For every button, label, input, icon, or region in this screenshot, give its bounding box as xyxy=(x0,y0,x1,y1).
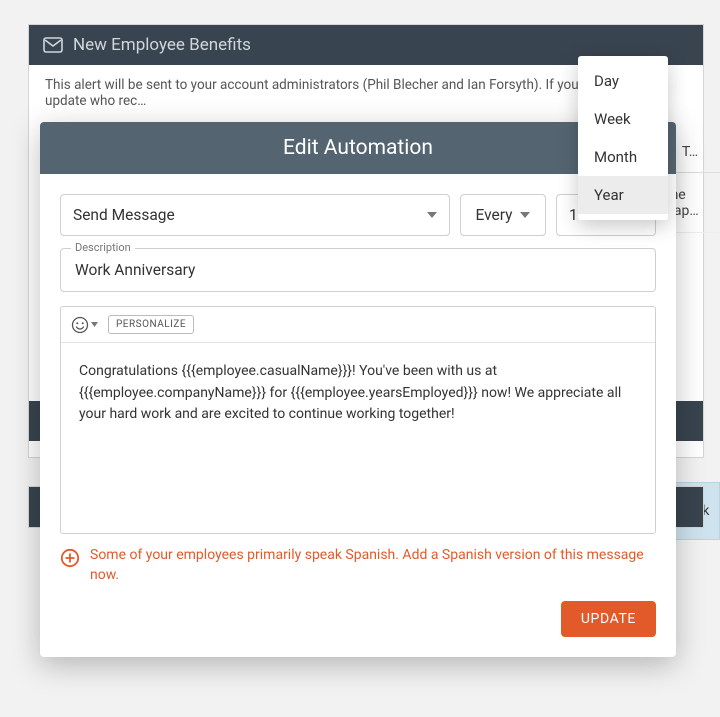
menu-item-day[interactable]: Day xyxy=(578,62,668,100)
time-unit-menu: Day Week Month Year xyxy=(578,56,668,220)
action-select-value: Send Message xyxy=(73,206,175,224)
add-spanish-button[interactable] xyxy=(60,548,80,568)
personalize-button[interactable]: PERSONALIZE xyxy=(108,315,194,334)
message-editor: PERSONALIZE Congratulations {{{employee.… xyxy=(60,306,656,534)
menu-item-week[interactable]: Week xyxy=(578,100,668,138)
update-button[interactable]: UPDATE xyxy=(561,601,656,637)
smiley-icon xyxy=(71,316,89,334)
caret-down-icon xyxy=(520,212,530,218)
spanish-hint: Some of your employees primarily speak S… xyxy=(60,546,656,585)
emoji-button[interactable] xyxy=(71,316,98,334)
mail-icon xyxy=(43,37,63,53)
caret-down-icon xyxy=(91,322,98,327)
description-fieldset: Description xyxy=(60,248,656,292)
editor-toolbar: PERSONALIZE xyxy=(61,307,655,343)
menu-item-year[interactable]: Year xyxy=(578,176,668,214)
frequency-label: Every xyxy=(476,206,513,224)
card-title: New Employee Benefits xyxy=(73,35,251,55)
menu-item-month[interactable]: Month xyxy=(578,138,668,176)
description-input[interactable] xyxy=(75,259,641,281)
plus-circle-icon xyxy=(60,548,80,568)
frequency-select[interactable]: Every xyxy=(460,194,546,236)
hint-text: Some of your employees primarily speak S… xyxy=(90,546,656,585)
description-legend: Description xyxy=(71,241,135,254)
action-select[interactable]: Send Message xyxy=(60,194,450,236)
message-textarea[interactable]: Congratulations {{{employee.casualName}}… xyxy=(61,343,655,533)
caret-down-icon xyxy=(427,212,437,218)
